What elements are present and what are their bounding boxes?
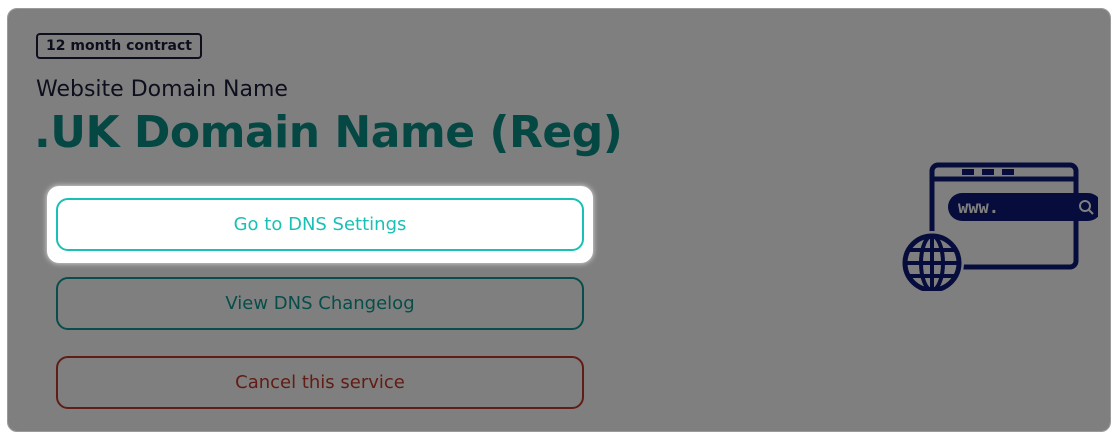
contract-badge: 12 month contract — [36, 33, 202, 59]
go-to-dns-settings-button[interactable]: Go to DNS Settings — [56, 198, 584, 251]
cancel-service-button[interactable]: Cancel this service — [56, 356, 584, 409]
browser-www-text: www. — [958, 198, 999, 218]
browser-www-globe-icon: www. — [900, 162, 1098, 291]
service-title: .UK Domain Name (Reg) — [34, 107, 623, 158]
service-subtitle: Website Domain Name — [36, 77, 288, 102]
service-card: 12 month contract Website Domain Name .U… — [7, 8, 1111, 432]
view-dns-changelog-button[interactable]: View DNS Changelog — [56, 277, 584, 330]
